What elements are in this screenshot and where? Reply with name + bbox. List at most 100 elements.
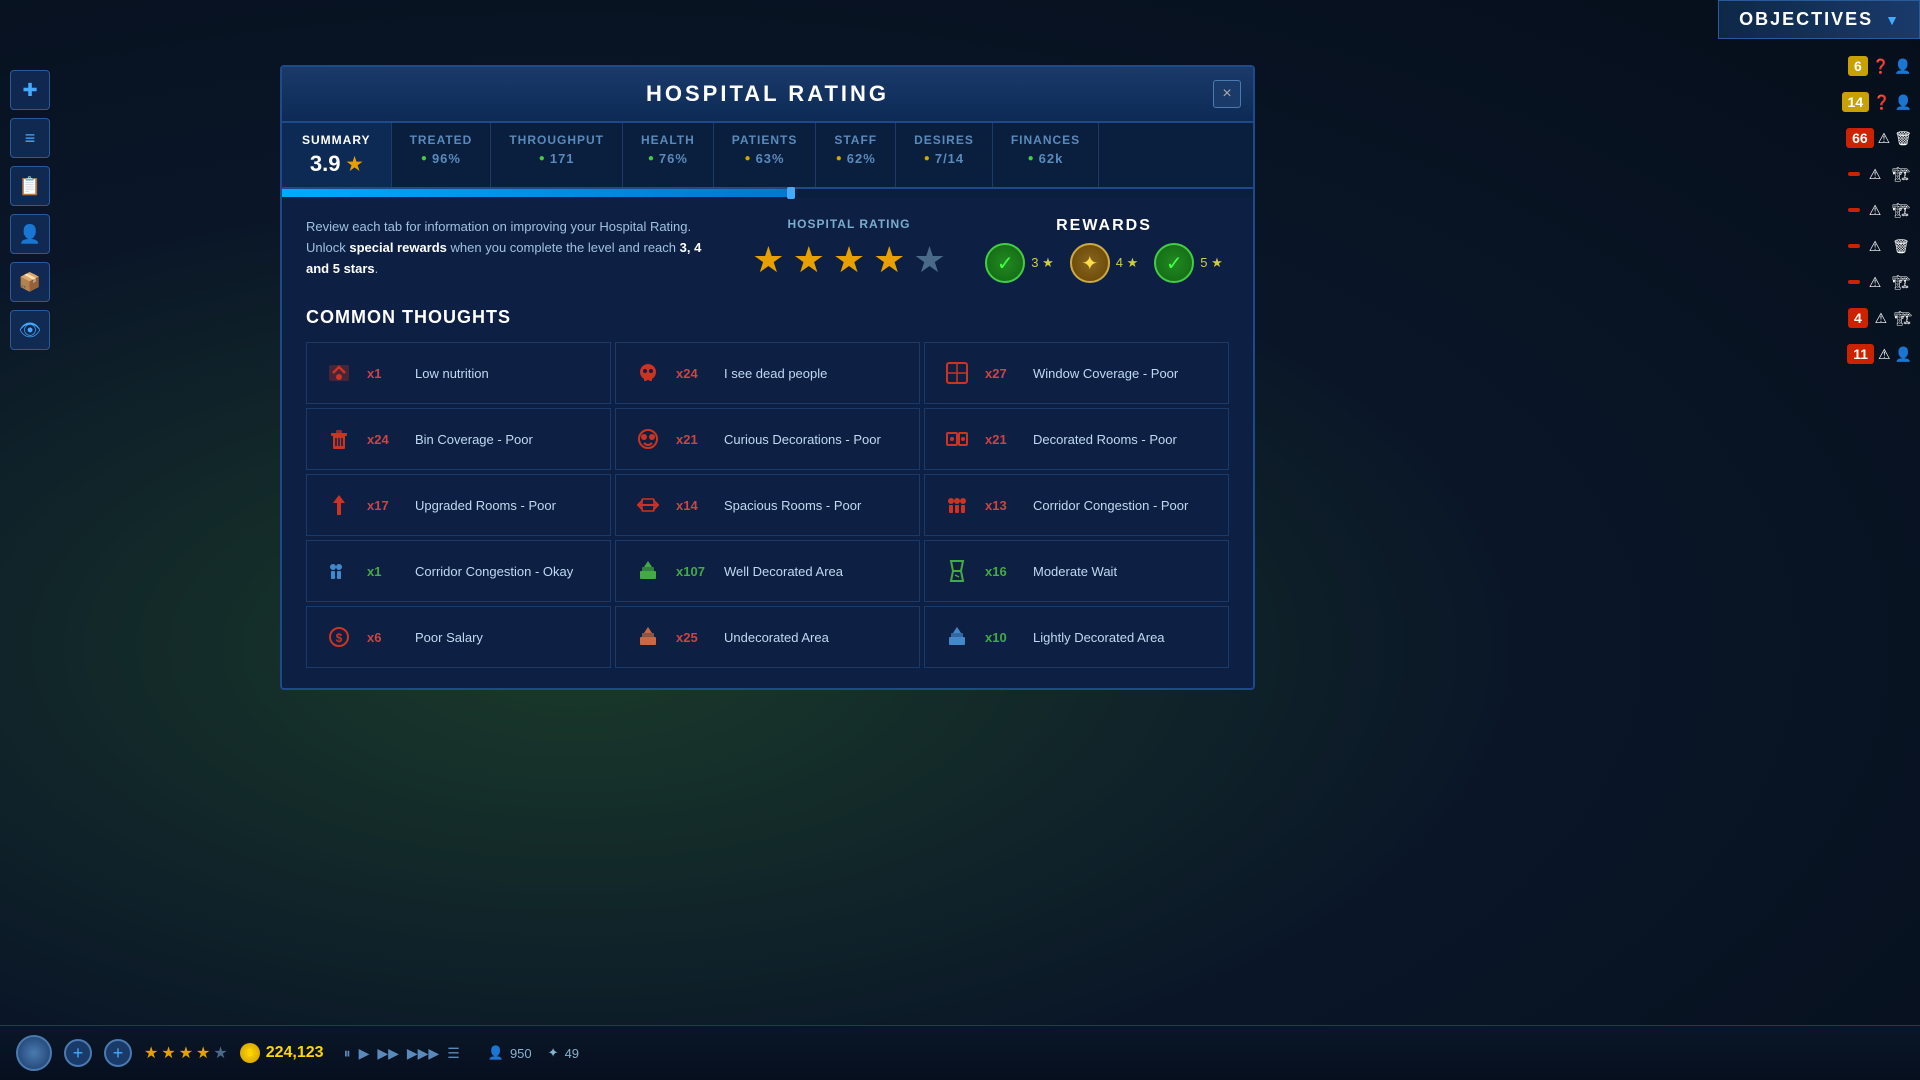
faster-button[interactable]: ▶▶▶ [407,1045,439,1062]
thought-upgraded-rooms[interactable]: x17 Upgraded Rooms - Poor [306,474,611,536]
fast-forward-button[interactable]: ▶▶ [377,1045,399,1062]
tab-staff-label: STAFF [834,133,877,147]
tab-throughput[interactable]: THROUGHPUT ● 171 [491,123,623,187]
curious-decor-icon [632,423,664,455]
tab-patients[interactable]: PATIENTS ● 63% [714,123,817,187]
tab-health[interactable]: HEALTH ● 76% [623,123,714,187]
thought-corridor-congestion-okay[interactable]: x1 Corridor Congestion - Okay [306,540,611,602]
notif-item-1[interactable]: 14 ❓ 👤 [1840,86,1920,118]
thought-count-lightly-decorated: x10 [985,630,1021,645]
thought-spacious-rooms[interactable]: x14 Spacious Rooms - Poor [615,474,920,536]
thought-count-spacious: x14 [676,498,712,513]
left-icon-eye[interactable]: 👁 [10,310,50,350]
thought-count-corridor-ok: x1 [367,564,403,579]
thought-bin-coverage[interactable]: x24 Bin Coverage - Poor [306,408,611,470]
spacious-icon [632,489,664,521]
objectives-arrow: ▼ [1885,12,1899,28]
tab-staff-value: ● 62% [836,151,876,166]
thought-dead-people[interactable]: x24 I see dead people [615,342,920,404]
thought-text-bin: Bin Coverage - Poor [415,432,533,447]
notif-item-7[interactable]: 4 ⚠ 🏗 [1840,302,1920,334]
bottom-metrics: 👤 950 ✦ 49 [488,1045,579,1061]
rating-star-2: ★ [793,239,825,281]
reward-item-5: ✓ 5 ★ [1154,243,1223,283]
progress-marker [787,187,795,199]
thought-count-bin: x24 [367,432,403,447]
thought-curious-decorations[interactable]: x21 Curious Decorations - Poor [615,408,920,470]
left-icon-box[interactable]: 📦 [10,262,50,302]
thought-count-corridor-poor: x13 [985,498,1021,513]
thought-window-coverage[interactable]: x27 Window Coverage - Poor [924,342,1229,404]
notif-icon-build-4: 🏗 [1890,198,1912,222]
left-icon-notes[interactable]: 📋 [10,166,50,206]
left-icon-list[interactable]: ≡ [10,118,50,158]
player-coins: $ 224,123 [240,1043,324,1063]
info-text: Review each tab for information on impro… [306,217,719,283]
thought-text-well-decorated: Well Decorated Area [724,564,843,579]
notif-item-2[interactable]: 66 ⚠ 🗑 [1840,122,1920,154]
progress-bar-container [282,189,1253,197]
thought-text-corridor-poor: Corridor Congestion - Poor [1033,498,1188,513]
skull-icon [632,357,664,389]
notif-count-2: 66 [1846,128,1874,148]
playback-controls: ⏸ ▶ ▶▶ ▶▶▶ ☰ [344,1045,460,1062]
thought-lightly-decorated[interactable]: x10 Lightly Decorated Area [924,606,1229,668]
menu-button[interactable]: ☰ [447,1045,460,1062]
notif-icon-warn-7: ⚠ [1872,306,1890,330]
notif-item-3[interactable]: ⚠ 🏗 [1840,158,1920,190]
tab-finances[interactable]: FINANCES ● 62k [993,123,1099,187]
notif-icon-trash-5: 🗑 [1890,234,1912,258]
add-button-1[interactable]: + [64,1039,92,1067]
thought-text-corridor-ok: Corridor Congestion - Okay [415,564,573,579]
window-icon [941,357,973,389]
notif-icon-warn-3: ⚠ [1864,162,1886,186]
tab-treated-label: TREATED [410,133,473,147]
coin-amount: 224,123 [266,1044,324,1062]
staff-value: 49 [565,1046,579,1061]
common-thoughts-title: COMMON THOUGHTS [306,307,1229,328]
thought-text-lightly-decorated: Lightly Decorated Area [1033,630,1165,645]
tab-desires[interactable]: DESIRES ● 7/14 [896,123,993,187]
thought-text-wait: Moderate Wait [1033,564,1117,579]
tab-staff[interactable]: STAFF ● 62% [816,123,896,187]
notif-item-6[interactable]: ⚠ 🏗 [1840,266,1920,298]
notif-item-0[interactable]: 6 ❓ 👤 [1840,50,1920,82]
pause-button[interactable]: ⏸ [344,1045,351,1062]
player-star-4: ★ [196,1043,210,1063]
modal-close-button[interactable]: × [1213,80,1241,108]
notif-icon-warn-2: ⚠ [1878,126,1891,150]
thought-corridor-congestion-poor[interactable]: x13 Corridor Congestion - Poor [924,474,1229,536]
objectives-bar[interactable]: OBJECTIVES ▼ [1718,0,1920,39]
notif-item-5[interactable]: ⚠ 🗑 [1840,230,1920,262]
thought-moderate-wait[interactable]: x16 Moderate Wait [924,540,1229,602]
thought-undecorated-area[interactable]: x25 Undecorated Area [615,606,920,668]
wait-icon [941,555,973,587]
thought-poor-salary[interactable]: $ x6 Poor Salary [306,606,611,668]
reward-stars-4: 4 ★ [1116,255,1139,271]
thought-text-nutrition: Low nutrition [415,366,489,381]
left-icon-person[interactable]: 👤 [10,214,50,254]
notif-item-4[interactable]: ⚠ 🏗 [1840,194,1920,226]
player-star-5: ★ [213,1043,227,1063]
salary-icon: $ [323,621,355,653]
tab-summary[interactable]: SUMMARY 3.9 ★ [282,123,392,187]
thought-well-decorated[interactable]: x107 Well Decorated Area [615,540,920,602]
tab-throughput-label: THROUGHPUT [509,133,604,147]
thought-low-nutrition[interactable]: x1 Low nutrition [306,342,611,404]
add-button-2[interactable]: + [104,1039,132,1067]
notif-item-8[interactable]: 11 ⚠ 👤 [1840,338,1920,370]
thought-text-curious: Curious Decorations - Poor [724,432,881,447]
left-icon-cross[interactable]: ✚ [10,70,50,110]
notif-icon-question-0: ❓ [1872,54,1890,78]
capacity-icon: 👤 [488,1045,504,1061]
player-avatar[interactable] [16,1035,52,1071]
notif-count-5 [1848,244,1860,248]
thought-count-nutrition: x1 [367,366,403,381]
player-star-1: ★ [144,1043,158,1063]
thought-text-decorated: Decorated Rooms - Poor [1033,432,1177,447]
tab-treated[interactable]: TREATED ● 96% [392,123,492,187]
thought-decorated-rooms[interactable]: x21 Decorated Rooms - Poor [924,408,1229,470]
notif-icon-person-0: 👤 [1894,54,1912,78]
play-button[interactable]: ▶ [359,1045,370,1062]
metric-capacity: 👤 950 [488,1045,532,1061]
